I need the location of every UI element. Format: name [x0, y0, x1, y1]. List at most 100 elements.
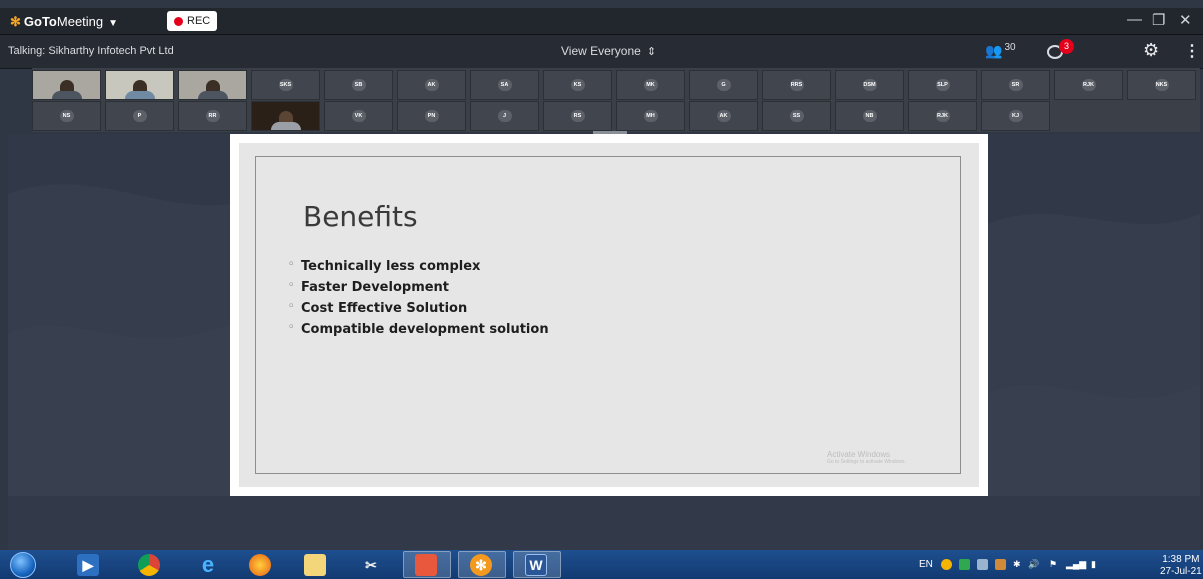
- participant-tile[interactable]: SR: [981, 70, 1050, 100]
- file-explorer-icon[interactable]: [304, 554, 326, 576]
- participant-tile[interactable]: RRS: [762, 70, 831, 100]
- chat-button[interactable]: 3: [1047, 39, 1074, 61]
- recording-indicator[interactable]: REC: [167, 11, 218, 31]
- up-down-chevron-icon: ⇕: [646, 46, 657, 58]
- participant-tile[interactable]: NB: [835, 101, 904, 131]
- participant-initials: VK: [351, 110, 366, 122]
- participant-tile[interactable]: DSM: [835, 70, 904, 100]
- participant-tile[interactable]: MK: [616, 70, 685, 100]
- participant-initials: RJK: [935, 110, 950, 122]
- participant-initials: SLP: [935, 79, 950, 91]
- participant-initials: NKS: [1154, 79, 1169, 91]
- participant-video-tile[interactable]: [251, 101, 320, 131]
- participant-tile[interactable]: PN: [397, 101, 466, 131]
- presentation-slide: Benefits Technically less complex Faster…: [239, 143, 979, 487]
- tray-app-icon[interactable]: [959, 559, 970, 570]
- participant-tile[interactable]: KS: [543, 70, 612, 100]
- participant-tile[interactable]: P: [105, 101, 174, 131]
- close-button[interactable]: ✕: [1179, 11, 1192, 29]
- chevron-down-icon: ▼: [108, 18, 119, 29]
- participant-initials: G: [716, 79, 731, 91]
- gotomeeting-logo-icon: ✻: [10, 14, 21, 29]
- participant-tile[interactable]: SB: [324, 70, 393, 100]
- start-button[interactable]: [10, 552, 36, 578]
- participant-video-body: [51, 91, 82, 99]
- participant-tile[interactable]: AK: [689, 101, 758, 131]
- participant-tile[interactable]: RR: [178, 101, 247, 131]
- participant-initials: KJ: [1008, 110, 1023, 122]
- participant-initials: SB: [351, 79, 366, 91]
- screen-share-stage: Benefits Technically less complex Faster…: [8, 134, 1200, 550]
- participant-video-tile[interactable]: [32, 70, 101, 100]
- attendees-button[interactable]: 👥 30: [985, 42, 1016, 60]
- gotomeeting-menu[interactable]: ✻ GoToMeeting ▼: [10, 14, 118, 30]
- media-player-icon[interactable]: ▶: [77, 554, 99, 576]
- activate-windows-watermark: Activate Windows Go to Settings to activ…: [827, 450, 906, 465]
- participant-initials: RRS: [789, 79, 804, 91]
- participant-video-tile[interactable]: [178, 70, 247, 100]
- participant-tile[interactable]: SS: [762, 101, 831, 131]
- participant-tile[interactable]: RS: [543, 101, 612, 131]
- more-options-icon[interactable]: ⋮: [1184, 41, 1200, 61]
- view-everyone-selector[interactable]: View Everyone ⇕: [561, 44, 656, 58]
- chrome-tray-icon[interactable]: [941, 559, 952, 570]
- participant-tile[interactable]: SKS: [251, 70, 320, 100]
- participant-tile[interactable]: J: [470, 101, 539, 131]
- chat-badge: 3: [1059, 39, 1074, 54]
- network-icon[interactable]: ⚑: [1049, 559, 1057, 570]
- participant-video-body: [270, 122, 301, 130]
- participant-tile[interactable]: KJ: [981, 101, 1050, 131]
- clock-date: 27-Jul-21: [1160, 566, 1202, 577]
- participant-initials: SS: [789, 110, 804, 122]
- participant-initials: SA: [497, 79, 512, 91]
- participant-tile[interactable]: NS: [32, 101, 101, 131]
- restore-button[interactable]: ❐: [1152, 11, 1165, 29]
- view-label: View Everyone: [561, 44, 641, 58]
- participant-tile[interactable]: VK: [324, 101, 393, 131]
- participant-tile[interactable]: MH: [616, 101, 685, 131]
- brand-prefix: GoTo: [23, 14, 57, 29]
- participant-initials: NB: [862, 110, 877, 122]
- participant-initials: NS: [59, 110, 74, 122]
- settings-gear-icon[interactable]: ⚙: [1143, 40, 1159, 61]
- system-clock[interactable]: 1:38 PM 27-Jul-21: [1160, 554, 1202, 578]
- participant-video-body: [124, 91, 155, 99]
- bullet-item: Technically less complex: [288, 259, 549, 280]
- firefox-icon[interactable]: [249, 554, 271, 576]
- people-icon: 👥: [985, 42, 1003, 59]
- slide-title: Benefits: [303, 200, 418, 233]
- participant-strip: SKS SB AK SA KS MK G RRS DSM SLP SR RJK NKS NS P RR VK PN…: [32, 68, 1200, 132]
- tray-app-icon[interactable]: [977, 559, 988, 570]
- watermark-line2: Go to Settings to activate Windows.: [827, 459, 906, 465]
- snipping-tool-icon[interactable]: ✂: [360, 554, 382, 576]
- participant-initials: P: [132, 110, 147, 122]
- tray-app-icon[interactable]: [995, 559, 1006, 570]
- bluetooth-icon[interactable]: ✱: [1013, 559, 1021, 570]
- rec-label: REC: [187, 15, 211, 27]
- microsoft-word-icon[interactable]: W: [525, 554, 547, 576]
- participant-tile[interactable]: RJK: [1054, 70, 1123, 100]
- goto-meeting-task-icon[interactable]: [415, 554, 437, 576]
- signal-bars-icon[interactable]: ▂▄▆: [1066, 559, 1086, 570]
- participant-video-body: [197, 91, 228, 99]
- talking-indicator: Talking: Sikharthy Infotech Pvt Ltd: [8, 45, 174, 57]
- meeting-info-bar: Talking: Sikharthy Infotech Pvt Ltd View…: [0, 35, 1203, 69]
- participant-tile[interactable]: NKS: [1127, 70, 1196, 100]
- windows-taskbar: ▶ e ✂ ✻ W EN ✱ 🔊 ⚑ ▂▄▆ ▮ 1:38 PM 27-Jul-…: [0, 550, 1203, 579]
- participant-tile[interactable]: G: [689, 70, 758, 100]
- battery-icon[interactable]: ▮: [1091, 559, 1096, 570]
- participant-tile[interactable]: SLP: [908, 70, 977, 100]
- volume-icon[interactable]: 🔊: [1028, 559, 1039, 570]
- participant-tile[interactable]: AK: [397, 70, 466, 100]
- title-bar: ✻ GoToMeeting ▼ REC — ❐ ✕: [0, 8, 1203, 35]
- bullet-item: Faster Development: [288, 280, 549, 301]
- participant-tile[interactable]: SA: [470, 70, 539, 100]
- internet-explorer-icon[interactable]: e: [197, 552, 219, 577]
- participant-video-tile[interactable]: [105, 70, 174, 100]
- goto-meeting-icon[interactable]: ✻: [470, 554, 492, 576]
- participant-tile[interactable]: RJK: [908, 101, 977, 131]
- brand-suffix: Meeting: [56, 14, 104, 29]
- minimize-button[interactable]: —: [1127, 11, 1142, 28]
- chrome-icon[interactable]: [138, 554, 160, 576]
- language-indicator[interactable]: EN: [919, 559, 933, 570]
